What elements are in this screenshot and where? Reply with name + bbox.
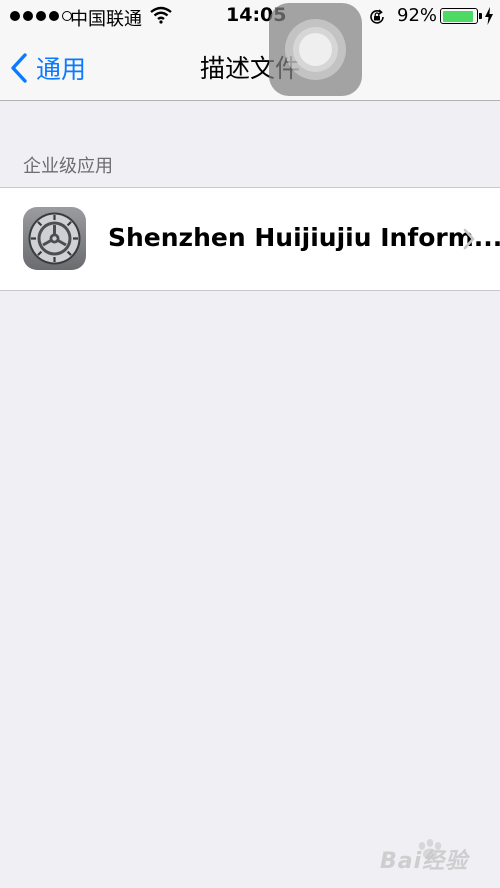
chevron-right-icon [463,228,475,250]
battery-fill [442,10,473,22]
rotation-lock-icon [370,9,384,24]
navigation-bar: 通用 描述文件 [0,34,500,101]
settings-gear-icon [23,207,86,270]
section-header: 企业级应用 [23,156,113,177]
status-bar: 中国联通 14:05 92% [0,0,500,34]
list-item-enterprise-profile[interactable]: Shenzhen Huijiujiu Inform... [0,187,500,291]
watermark-text: Bai经验 [380,849,469,874]
battery-percentage: 92% [397,5,438,26]
list-item-label: Shenzhen Huijiujiu Inform... [108,223,500,252]
charging-bolt-icon [485,7,493,25]
carrier-name: 中国联通 [70,9,142,30]
assistive-touch-button[interactable] [269,3,362,96]
signal-strength-icon [10,11,72,21]
page-title: 描述文件 [199,54,300,83]
battery-icon [440,8,478,24]
wifi-icon [150,6,172,24]
battery-tip [479,13,482,19]
